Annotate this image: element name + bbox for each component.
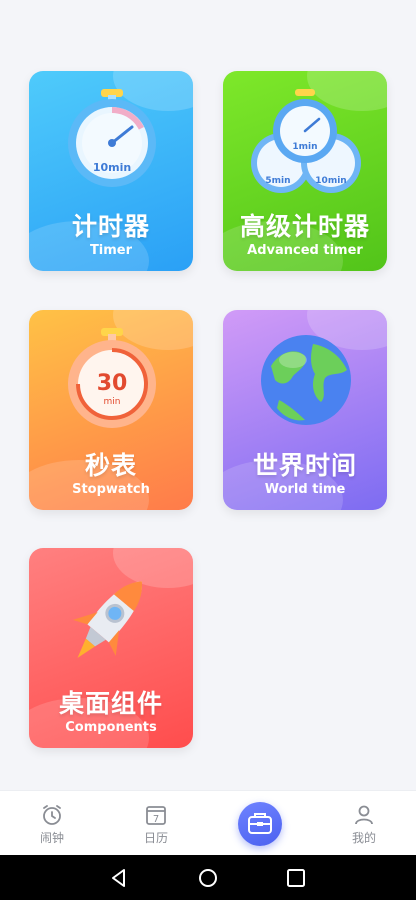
card-title: 桌面组件 [58,689,163,718]
card-subtitle: Stopwatch [72,482,150,497]
stopwatch-icon: 30 min [68,328,156,428]
card-subtitle: Timer [89,243,133,258]
card-title: 世界时间 [252,451,357,480]
recents-icon[interactable] [285,867,307,889]
tab-label: 我的 [351,831,376,845]
alarm-clock-icon [43,805,61,825]
tab-label: 日历 [143,831,168,845]
system-nav-bar [0,855,416,900]
card-subtitle: Components [65,720,157,735]
tab-alarm[interactable]: 闹钟 [12,791,92,856]
rocket-icon [72,581,143,658]
card-title: 计时器 [71,212,150,241]
multi-stopwatch-icon: 1min 5min 10min [251,89,361,193]
timer-art-label: 10min [93,161,131,174]
timer-card[interactable]: 10min 计时器 Timer [29,71,193,271]
stopwatch-art-unit: min [104,397,121,407]
adv-art-label-1: 1min [292,142,317,152]
home-icon[interactable] [197,867,219,889]
bottom-tab-bar: 闹钟 7 日历 我的 [0,790,416,855]
advanced-timer-card[interactable]: 1min 5min 10min 高级计时器 Advanced timer [223,71,387,271]
stopwatch-icon: 10min [68,89,156,187]
stopwatch-art-value: 30 [97,371,128,396]
card-title: 高级计时器 [239,212,370,241]
tab-toolbox[interactable] [238,802,282,846]
card-title: 秒表 [84,451,137,480]
tab-mine[interactable]: 我的 [324,791,404,856]
calendar-icon: 7 [146,806,166,825]
adv-art-label-2: 5min [265,176,290,186]
tab-calendar[interactable]: 7 日历 [116,791,196,856]
back-icon[interactable] [108,867,130,889]
tab-label: 闹钟 [39,831,64,845]
tool-grid: 10min 计时器 Timer 1min 5min 10min 高级计时器 Ad… [0,0,416,790]
adv-art-label-3: 10min [315,176,346,186]
card-subtitle: Advanced timer [247,243,363,258]
globe-icon [261,335,351,425]
person-icon [355,805,373,825]
world-time-card[interactable]: 世界时间 World time [223,310,387,510]
components-card[interactable]: 桌面组件 Components [29,548,193,748]
calendar-day-badge: 7 [153,814,159,825]
stopwatch-card[interactable]: 30 min 秒表 Stopwatch [29,310,193,510]
toolbox-icon [248,813,272,834]
card-subtitle: World time [264,482,346,497]
